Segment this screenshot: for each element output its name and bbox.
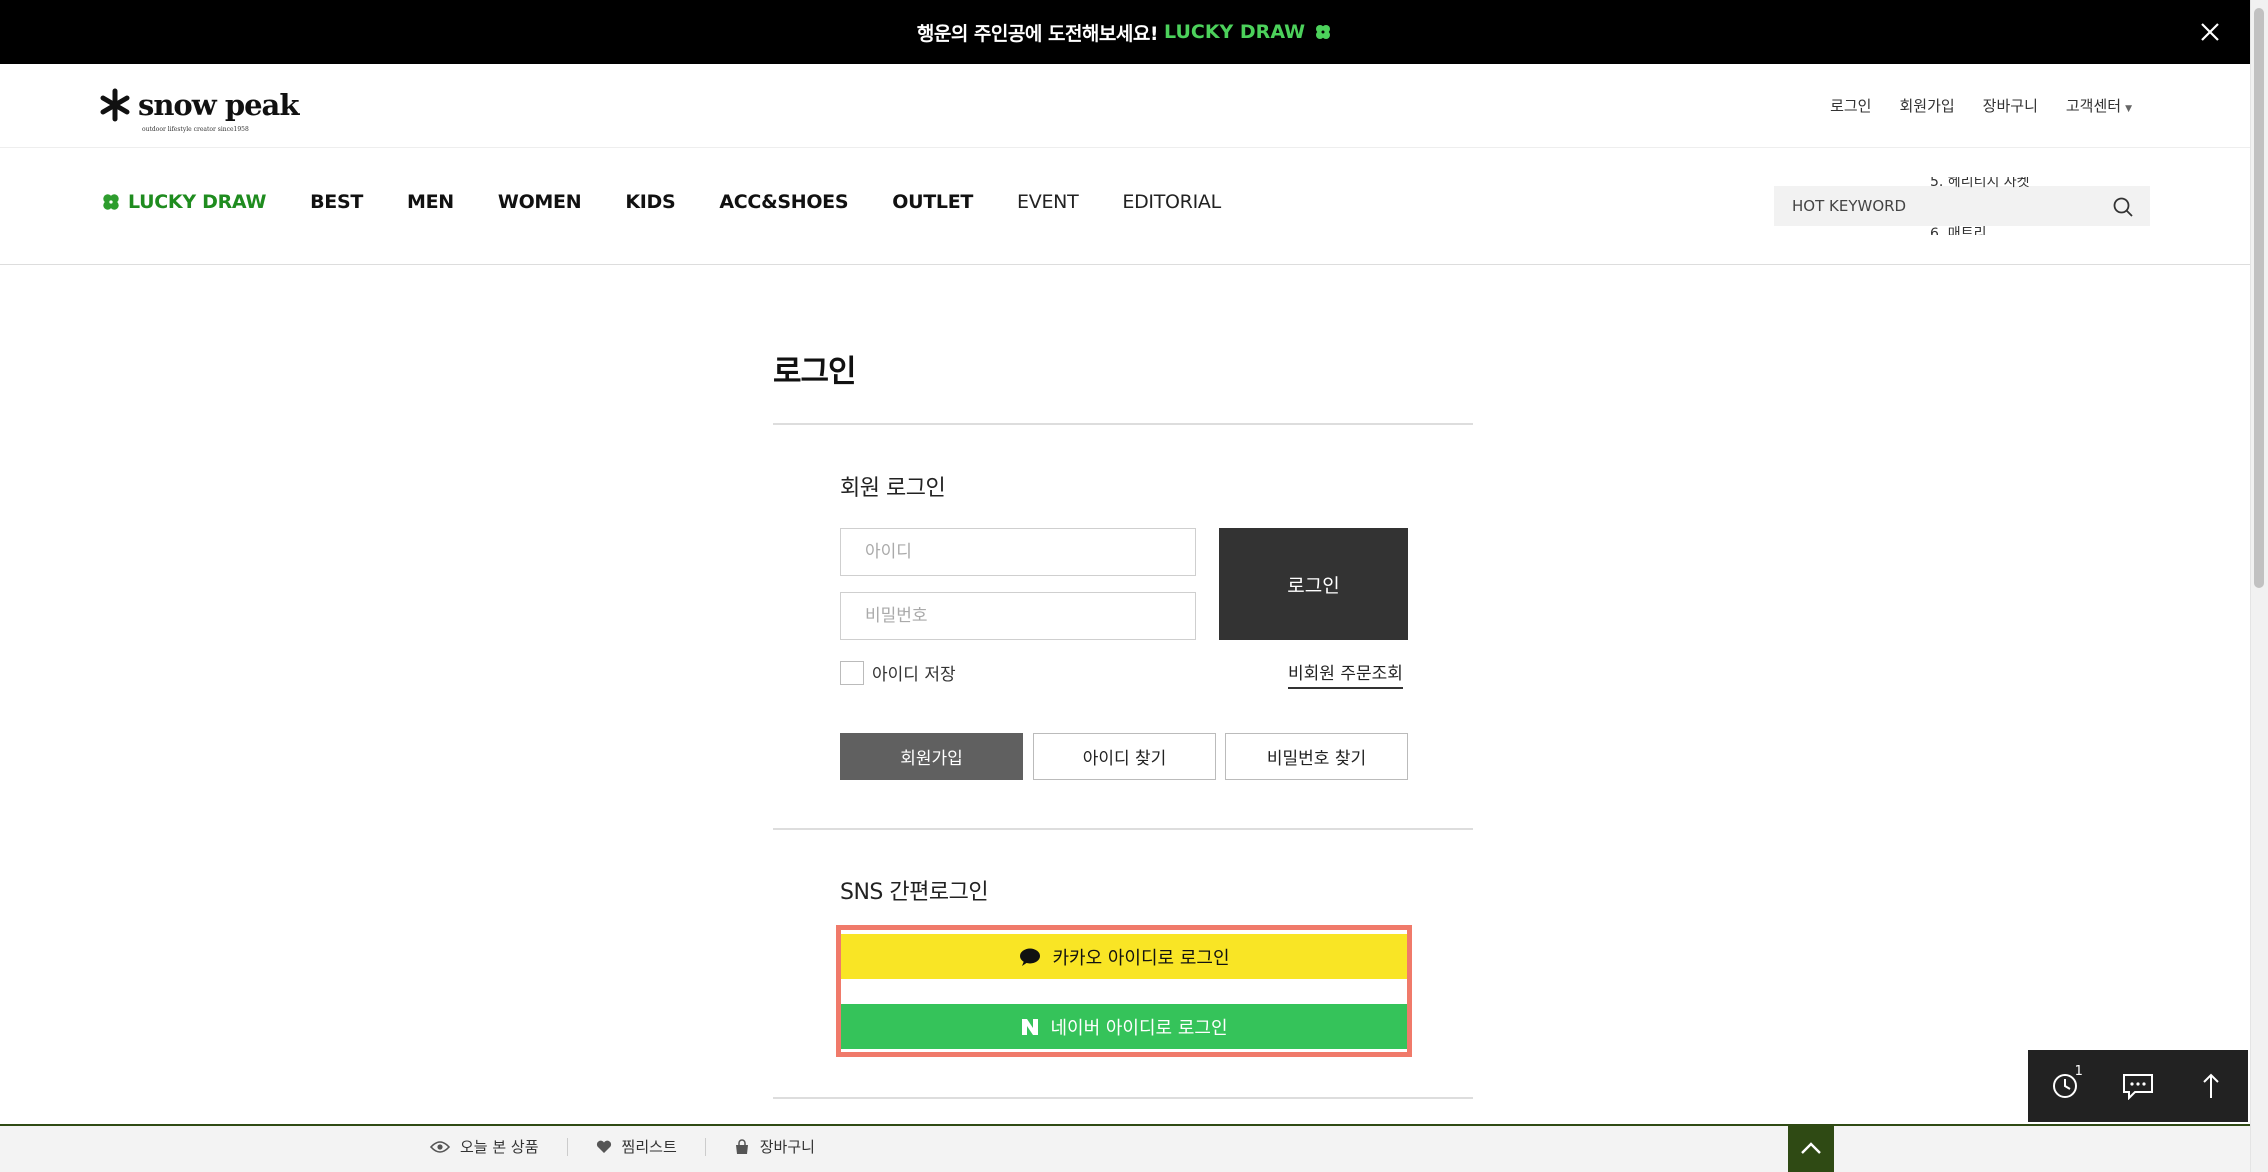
search-icon[interactable]	[2112, 196, 2134, 218]
kakao-login-label: 카카오 아이디로 로그인	[1052, 947, 1230, 969]
nav-item-men[interactable]: MEN	[407, 191, 454, 213]
divider	[704, 1137, 706, 1156]
nav-lucky-draw-label: LUCKY DRAW	[128, 191, 267, 213]
remember-id-checkbox[interactable]	[840, 660, 864, 685]
naver-n-icon	[1022, 1018, 1039, 1035]
section-divider	[773, 828, 1473, 830]
id-input[interactable]	[840, 528, 1196, 576]
snowflake-logo-icon	[100, 88, 130, 122]
rolling-keyword: 6. 매트리	[1930, 226, 1987, 235]
shopping-bag-icon	[735, 1138, 748, 1154]
scrollbar-thumb[interactable]	[2254, 8, 2264, 588]
main-nav: LUCKY DRAW BEST MEN WOMEN KIDS ACC&SHOES…	[0, 149, 2250, 265]
chevron-up-icon	[1801, 1142, 1821, 1154]
page-title: 로그인	[773, 354, 857, 390]
member-login-title: 회원 로그인	[840, 476, 946, 501]
bottom-cart-label: 장바구니	[759, 1138, 815, 1156]
eye-icon	[430, 1140, 450, 1153]
util-login-link[interactable]: 로그인	[1830, 95, 1871, 116]
kakao-login-button[interactable]: 카카오 아이디로 로그인	[841, 934, 1407, 979]
util-join-link[interactable]: 회원가입	[1899, 95, 1954, 116]
header-utility-row: snow peak outdoor lifestyle creator sinc…	[0, 64, 2250, 148]
clover-icon	[1316, 25, 1331, 39]
find-password-button[interactable]: 비밀번호 찾기	[1225, 733, 1408, 780]
chat-icon	[2122, 1074, 2153, 1100]
nav-item-lucky-draw[interactable]: LUCKY DRAW	[100, 191, 266, 213]
nav-item-women[interactable]: WOMEN	[498, 191, 582, 213]
find-id-button[interactable]: 아이디 찾기	[1033, 733, 1216, 780]
clover-icon	[103, 194, 119, 210]
search-hot-keyword-label: HOT KEYWORD	[1792, 197, 1907, 215]
bottom-cart[interactable]: 장바구니	[734, 1136, 843, 1157]
remember-id: 아이디 저장	[840, 660, 956, 685]
close-icon[interactable]	[2198, 20, 2222, 44]
recent-view-count: 1	[2074, 1064, 2083, 1079]
promo-lucky-draw-link[interactable]: LUCKY DRAW	[1164, 21, 1333, 43]
sns-login-title: SNS 간편로그인	[840, 880, 989, 905]
recent-view-button[interactable]: 1	[2041, 1062, 2089, 1110]
arrow-up-icon	[2203, 1073, 2220, 1098]
quick-panel: 1	[2028, 1050, 2248, 1122]
page-scrollbar[interactable]	[2250, 0, 2268, 1172]
promo-text: 행운의 주인공에 도전해보세요!	[916, 22, 1159, 45]
login-button[interactable]: 로그인	[1219, 528, 1408, 640]
utility-links: 로그인 회원가입 장바구니 고객센터 ▼	[1830, 95, 2132, 116]
promo-link-label: LUCKY DRAW	[1164, 21, 1306, 43]
nav-item-best[interactable]: BEST	[310, 191, 363, 213]
nav-item-editorial[interactable]: EDITORIAL	[1122, 191, 1221, 213]
naver-login-label: 네이버 아이디로 로그인	[1050, 1017, 1228, 1039]
hot-keyword-rolling[interactable]: 5. 헤리티지 자켓 6. 매트리	[1930, 177, 2070, 235]
join-button[interactable]: 회원가입	[840, 733, 1023, 780]
rolling-keyword: 5. 헤리티지 자켓	[1930, 177, 2030, 190]
util-customer-center-link[interactable]: 고객센터 ▼	[2066, 95, 2132, 116]
sns-login-highlight: 카카오 아이디로 로그인 네이버 아이디로 로그인	[836, 925, 1412, 1057]
nav-item-kids[interactable]: KIDS	[625, 191, 675, 213]
logo-tagline: outdoor lifestyle creator since1958	[142, 126, 249, 133]
nav-item-acc-shoes[interactable]: ACC&SHOES	[719, 191, 848, 213]
bottom-wishlist-label: 찜리스트	[621, 1138, 677, 1156]
bottom-bar: 오늘 본 상품 찜리스트 장바구니	[0, 1124, 2250, 1172]
logo-wordmark: snow peak	[138, 87, 299, 122]
nav-item-outlet[interactable]: OUTLET	[892, 191, 973, 213]
naver-login-button[interactable]: 네이버 아이디로 로그인	[841, 1004, 1407, 1049]
password-input[interactable]	[840, 592, 1196, 640]
chat-button[interactable]	[2114, 1062, 2162, 1110]
bottom-wishlist[interactable]: 찜리스트	[596, 1136, 705, 1157]
promo-banner: 행운의 주인공에 도전해보세요! LUCKY DRAW	[0, 0, 2250, 64]
util-cart-link[interactable]: 장바구니	[1983, 95, 2038, 116]
scroll-top-button[interactable]	[2187, 1062, 2235, 1110]
chevron-down-icon: ▼	[2125, 104, 2132, 114]
bottom-recent-products[interactable]: 오늘 본 상품	[430, 1136, 567, 1157]
title-divider	[773, 423, 1473, 425]
speech-bubble-icon	[1020, 948, 1041, 966]
bottom-recent-products-label: 오늘 본 상품	[460, 1138, 539, 1156]
nav-list: LUCKY DRAW BEST MEN WOMEN KIDS ACC&SHOES…	[100, 191, 1265, 213]
divider	[566, 1137, 568, 1156]
logo[interactable]: snow peak outdoor lifestyle creator sinc…	[98, 87, 299, 133]
remember-id-label: 아이디 저장	[872, 665, 956, 685]
bottom-bar-items: 오늘 본 상품 찜리스트 장바구니	[430, 1136, 843, 1157]
nav-item-event[interactable]: EVENT	[1017, 191, 1079, 213]
bottom-bar-toggle[interactable]	[1788, 1124, 1834, 1172]
guest-order-link[interactable]: 비회원 주문조회	[1288, 659, 1403, 689]
section-divider	[773, 1097, 1473, 1099]
heart-icon	[596, 1140, 611, 1153]
customer-center-label: 고객센터	[2065, 97, 2122, 115]
